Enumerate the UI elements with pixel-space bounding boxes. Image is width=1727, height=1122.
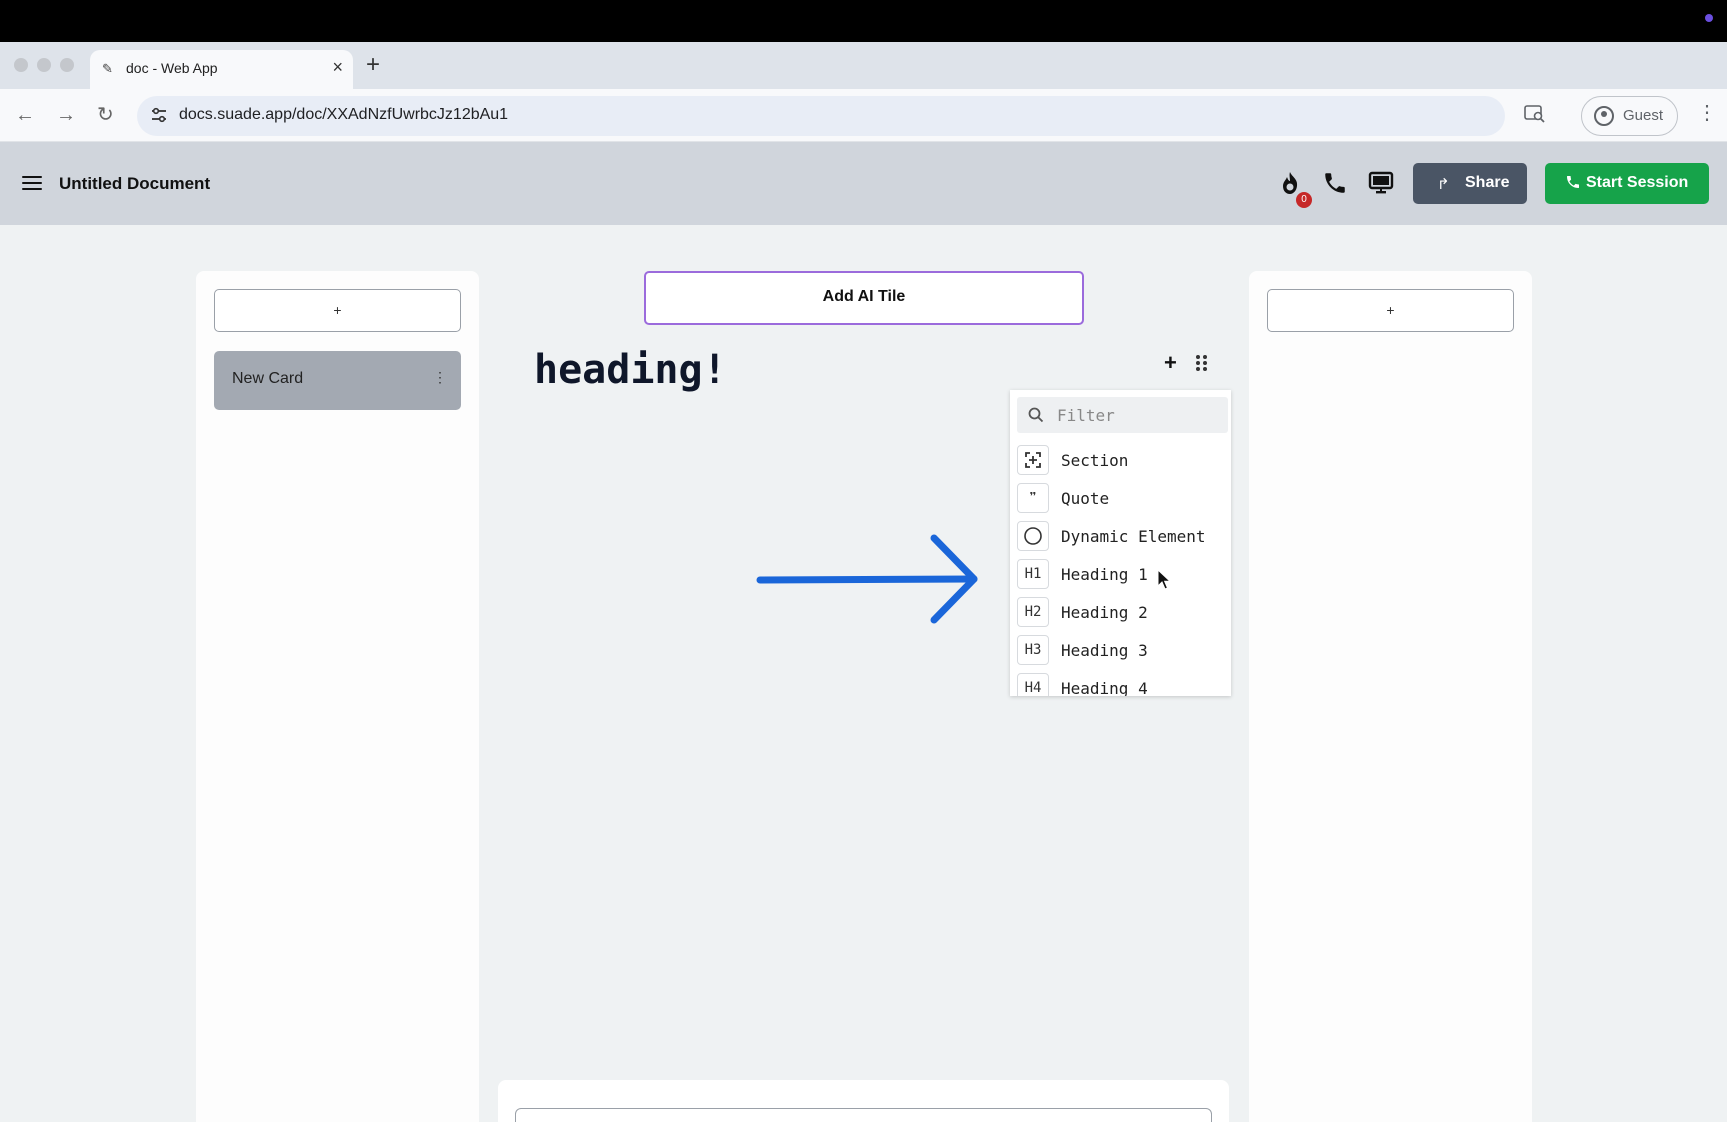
menu-item-heading-3[interactable]: H3 Heading 3 — [1017, 633, 1231, 667]
start-session-label: Start Session — [1586, 174, 1689, 191]
heading-block[interactable]: heading! — [534, 347, 727, 393]
mouse-cursor-icon — [1157, 569, 1172, 590]
bottom-input[interactable] — [515, 1108, 1212, 1122]
pen-favicon-icon: ✎ — [102, 61, 113, 76]
profile-button[interactable]: Guest — [1581, 96, 1678, 136]
circle-icon — [1017, 521, 1049, 551]
document-title[interactable]: Untitled Document — [59, 174, 210, 194]
section-icon — [1017, 445, 1049, 475]
os-top-bar — [0, 0, 1727, 42]
phone-icon — [1567, 176, 1579, 188]
lens-search-icon[interactable] — [1524, 104, 1546, 129]
tab-title: doc - Web App — [126, 60, 218, 76]
left-add-card-button[interactable]: + — [214, 289, 461, 332]
start-session-button[interactable]: Start Session — [1545, 163, 1709, 204]
hamburger-menu-icon[interactable] — [22, 176, 42, 190]
h1-icon: H1 — [1017, 559, 1049, 589]
filter-field[interactable] — [1017, 397, 1228, 433]
profile-icon — [1594, 106, 1614, 126]
app-header: Untitled Document 0 ↱ Share Start Sessio… — [0, 142, 1727, 225]
bottom-panel — [498, 1080, 1229, 1122]
card-item[interactable]: New Card ⋮ — [214, 351, 461, 410]
forward-icon[interactable]: → — [56, 102, 76, 128]
annotation-arrow-icon — [756, 534, 978, 624]
reload-icon[interactable]: ↻ — [97, 102, 114, 128]
add-block-icon[interactable]: + — [1164, 352, 1177, 374]
search-icon — [1028, 407, 1044, 423]
block-type-menu: Section ❞ Quote Dynamic Element H1 Headi… — [1010, 390, 1231, 696]
notification-badge: 0 — [1296, 192, 1312, 208]
share-icon: ↱ — [1437, 176, 1450, 193]
quote-icon: ❞ — [1017, 483, 1049, 513]
browser-menu-icon[interactable]: ⋮ — [1697, 103, 1717, 123]
new-tab-button[interactable]: + — [366, 51, 380, 79]
window-minimize-button[interactable] — [37, 58, 51, 72]
filter-input[interactable] — [1057, 404, 1217, 426]
menu-item-quote[interactable]: ❞ Quote — [1017, 481, 1231, 515]
close-tab-icon[interactable]: × — [332, 57, 343, 78]
card-menu-icon[interactable]: ⋮ — [433, 369, 447, 386]
menu-item-label: Section — [1061, 451, 1129, 470]
browser-tab[interactable]: ✎ doc - Web App × — [90, 50, 353, 89]
menu-item-label: Heading 3 — [1061, 641, 1148, 660]
menu-item-section[interactable]: Section — [1017, 443, 1231, 477]
profile-label: Guest — [1623, 107, 1664, 124]
menu-item-label: Heading 1 — [1061, 565, 1148, 584]
monitor-icon[interactable] — [1368, 170, 1394, 196]
status-dot — [1705, 14, 1713, 22]
h2-icon: H2 — [1017, 597, 1049, 627]
add-ai-tile-button[interactable]: Add AI Tile — [644, 271, 1084, 325]
window-close-button[interactable] — [14, 58, 28, 72]
menu-item-heading-1[interactable]: H1 Heading 1 — [1017, 557, 1231, 591]
back-icon[interactable]: ← — [15, 102, 35, 128]
screen: ✎ doc - Web App × + ← → ↻ docs.suade.app… — [0, 0, 1727, 1122]
share-label: Share — [1465, 174, 1510, 191]
right-add-card-button[interactable]: + — [1267, 289, 1514, 332]
card-label: New Card — [232, 370, 304, 387]
site-settings-icon[interactable] — [149, 105, 169, 125]
menu-item-label: Heading 2 — [1061, 603, 1148, 622]
drag-handle-icon[interactable] — [1196, 355, 1210, 371]
right-panel — [1249, 271, 1532, 1122]
address-bar[interactable]: docs.suade.app/doc/XXAdNzfUwrbcJz12bAu1 — [137, 96, 1505, 136]
url-text: docs.suade.app/doc/XXAdNzfUwrbcJz12bAu1 — [179, 106, 509, 123]
menu-item-label: Quote — [1061, 489, 1110, 508]
h4-icon: H4 — [1017, 673, 1049, 696]
window-maximize-button[interactable] — [60, 58, 74, 72]
share-button[interactable]: ↱ Share — [1413, 163, 1527, 204]
menu-item-heading-2[interactable]: H2 Heading 2 — [1017, 595, 1231, 629]
phone-icon[interactable] — [1322, 170, 1348, 196]
h3-icon: H3 — [1017, 635, 1049, 665]
menu-item-heading-4[interactable]: H4 Heading 4 — [1017, 671, 1231, 696]
menu-item-label: Dynamic Element — [1061, 527, 1206, 546]
menu-item-label: Heading 4 — [1061, 679, 1148, 696]
menu-item-dynamic-element[interactable]: Dynamic Element — [1017, 519, 1231, 553]
